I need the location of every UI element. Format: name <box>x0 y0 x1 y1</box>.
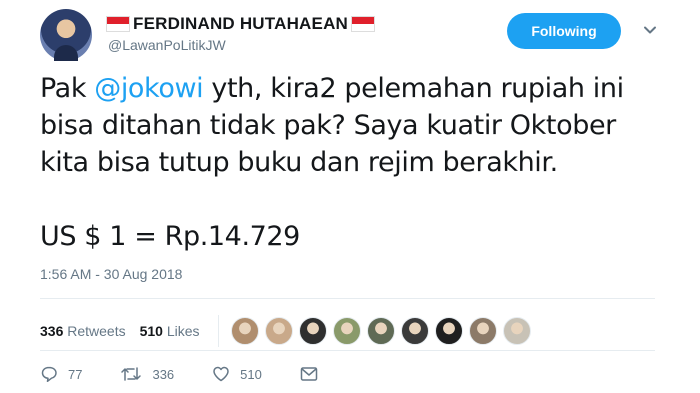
retweets-label: Retweets <box>67 323 126 339</box>
tweet-text-segment: yth, kira2 pelemahan rupiah ini <box>203 73 624 104</box>
like-count: 510 <box>240 366 262 382</box>
chevron-down-icon[interactable] <box>642 22 658 38</box>
liker-avatar[interactable] <box>400 317 429 345</box>
tweet-text-line: kita bisa tutup buku dan rejim berakhir. <box>40 147 558 178</box>
tweet-timestamp[interactable]: 1:56 AM - 30 Aug 2018 <box>40 266 182 282</box>
liker-avatar[interactable] <box>230 317 259 345</box>
retweet-icon <box>121 367 142 381</box>
retweets-count: 336 <box>40 323 64 339</box>
retweets-stat[interactable]: 336 Retweets <box>40 323 126 339</box>
tweet-text-line: bisa ditahan tidak pak? Saya kuatir Okto… <box>40 110 616 141</box>
reply-button[interactable]: 77 <box>40 365 82 383</box>
display-name[interactable]: FERDINAND HUTAHAEAN <box>133 14 348 34</box>
likes-label: Likes <box>166 323 200 339</box>
divider <box>217 315 219 347</box>
liker-avatar[interactable] <box>264 317 293 345</box>
liker-avatars <box>230 317 537 345</box>
indonesia-flag-icon <box>351 16 376 32</box>
liker-avatar[interactable] <box>298 317 327 345</box>
tweet-text-segment: Pak <box>40 73 95 104</box>
liker-avatar[interactable] <box>502 317 531 345</box>
direct-message-button[interactable] <box>300 366 328 382</box>
mention-link[interactable]: @jokowi <box>94 73 203 104</box>
indonesia-flag-icon <box>106 16 130 32</box>
reply-icon <box>41 366 57 383</box>
divider <box>40 350 655 351</box>
liker-avatar[interactable] <box>366 317 395 345</box>
retweet-button[interactable]: 336 <box>120 365 174 383</box>
following-button[interactable]: Following <box>507 13 621 49</box>
like-button[interactable]: 510 <box>212 365 262 383</box>
avatar[interactable] <box>40 9 92 61</box>
user-handle[interactable]: @LawanPoLitikJW <box>108 37 226 53</box>
reply-count: 77 <box>68 366 83 382</box>
tweet-text-line: US $ 1 = Rp.14.729 <box>40 221 300 252</box>
envelope-icon <box>300 367 318 381</box>
liker-avatar[interactable] <box>332 317 361 345</box>
retweet-count: 336 <box>152 366 175 382</box>
engagement-stats: 336 Retweets 510 Likes <box>40 315 537 347</box>
heart-icon <box>213 366 229 382</box>
divider <box>40 298 655 299</box>
liker-avatar[interactable] <box>468 317 497 345</box>
tweet-text: Pak @jokowi yth, kira2 pelemahan rupiah … <box>40 70 680 255</box>
likes-count: 510 <box>139 323 163 339</box>
likes-stat[interactable]: 510 Likes <box>140 323 200 339</box>
name-row: FERDINAND HUTAHAEAN <box>106 14 376 34</box>
liker-avatar[interactable] <box>434 317 463 345</box>
tweet-actions: 77 336 510 <box>40 365 366 383</box>
